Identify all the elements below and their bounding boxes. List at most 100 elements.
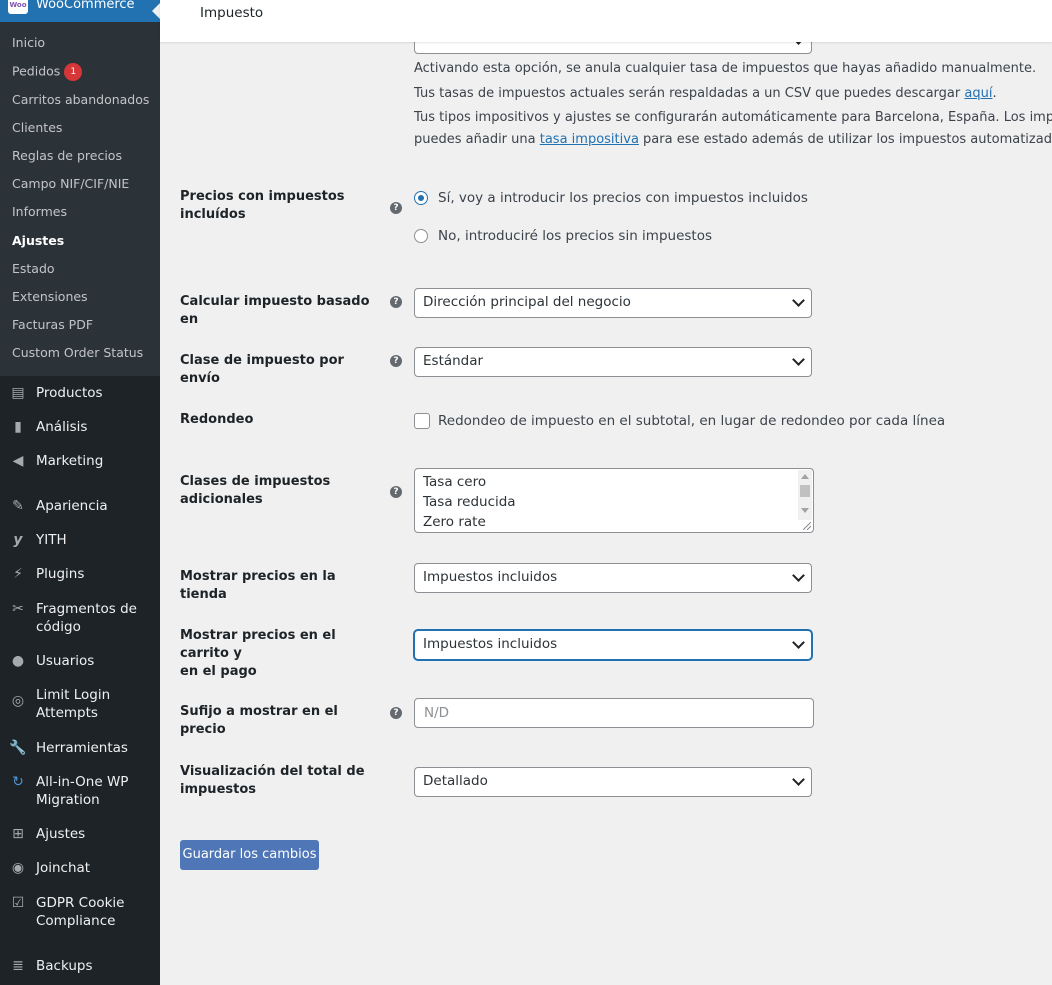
submenu-item-carritos-abandonados[interactable]: Carritos abandonados	[12, 92, 149, 108]
yith-icon: y	[13, 532, 23, 548]
help-icon[interactable]: ?	[390, 486, 402, 498]
rounding-checkbox-label[interactable]: Redondeo de impuesto en el subtotal, en …	[438, 412, 945, 430]
help-icon[interactable]: ?	[390, 707, 402, 719]
fingerprint-icon: ◎	[11, 693, 25, 709]
menu-item-plugins[interactable]: ⚡ Plugins	[0, 565, 160, 585]
wrench-icon: 🔧	[9, 740, 27, 756]
paintbrush-icon: ✎	[12, 498, 24, 514]
save-changes-button[interactable]: Guardar los cambios	[180, 840, 319, 870]
scroll-up-arrow-icon[interactable]	[801, 474, 809, 479]
current-menu-arrow	[152, 3, 160, 19]
chevron-down-icon	[792, 353, 805, 366]
submenu-item-inicio[interactable]: Inicio	[12, 35, 45, 51]
cart-display-label: Mostrar precios en el carrito y en el pag…	[180, 628, 336, 679]
shipping-class-select[interactable]: Estándar	[414, 347, 812, 377]
page-title: Impuesto	[200, 5, 264, 21]
megaphone-icon: ◀	[12, 453, 24, 469]
menu-item-ajustes[interactable]: ⊞ Ajustes	[0, 825, 160, 845]
rounding-checkbox[interactable]	[414, 413, 430, 429]
menu-item-gdpr[interactable]: ☑ GDPR Cookie Compliance	[0, 894, 160, 932]
menu-item-herramientas[interactable]: 🔧 Herramientas	[0, 739, 160, 759]
whatsapp-icon: ◉	[11, 860, 25, 876]
submenu-item-campo-nif[interactable]: Campo NIF/CIF/NIE	[12, 176, 129, 192]
woocommerce-logo-icon: Woo	[8, 0, 28, 14]
suffix-label: Sufijo a mostrar en el precio	[180, 704, 338, 737]
menu-item-analisis[interactable]: ▮ Análisis	[0, 418, 160, 438]
migration-icon: ↻	[12, 774, 24, 790]
radio-selected[interactable]	[414, 191, 428, 205]
admin-sidebar: Woo WooCommerce Inicio Pedidos 1 Carritos…	[0, 0, 160, 985]
submenu-item-extensiones[interactable]: Extensiones	[12, 289, 88, 305]
resize-handle-icon[interactable]	[803, 522, 811, 530]
settings-form: Activando esta opción, se anula cualquie…	[160, 0, 1052, 985]
scissors-icon: ✂	[12, 601, 24, 617]
submenu-item-pedidos[interactable]: Pedidos 1	[12, 63, 83, 81]
plug-icon: ⚡	[13, 566, 23, 582]
additional-classes-textarea[interactable]: Tasa cero Tasa reducida Zero rate	[414, 468, 814, 533]
additional-classes-label: Clases de impuestos adicionales	[180, 474, 331, 507]
scrollbar-thumb[interactable]	[800, 485, 810, 497]
cart-display-select[interactable]: Impuestos incluidos	[414, 630, 812, 660]
menu-item-backups[interactable]: ≣ Backups	[0, 957, 160, 977]
download-csv-link[interactable]: aquí	[964, 86, 992, 101]
user-icon: ●	[11, 653, 25, 669]
prices-incl-yes-option[interactable]: Sí, voy a introducir los precios con imp…	[414, 190, 814, 208]
bar-chart-icon: ▮	[14, 419, 22, 435]
scroll-down-arrow-icon[interactable]	[801, 508, 809, 513]
checkbox-icon: ☑	[11, 895, 25, 911]
calc-based-select[interactable]: Dirección principal del negocio	[414, 288, 812, 318]
submenu-item-clientes[interactable]: Clientes	[12, 120, 62, 136]
menu-item-all-in-one[interactable]: ↻ All-in-One WP Migration	[0, 773, 160, 811]
rounding-label: Redondeo	[180, 412, 254, 427]
submenu-item-ajustes[interactable]: Ajustes	[12, 233, 64, 249]
textarea-line: Zero rate	[423, 514, 486, 530]
submenu-item-estado[interactable]: Estado	[12, 261, 55, 277]
chevron-down-icon	[792, 773, 805, 786]
help-icon[interactable]: ?	[390, 355, 402, 367]
chevron-down-icon	[792, 569, 805, 582]
submenu-item-reglas-de-precios[interactable]: Reglas de precios	[12, 148, 122, 164]
menu-item-fragmentos[interactable]: ✂ Fragmentos de código	[0, 600, 160, 638]
price-suffix-input[interactable]: N/D	[414, 698, 814, 728]
submenu-item-facturas-pdf[interactable]: Facturas PDF	[12, 317, 93, 333]
database-icon: ≣	[12, 958, 24, 974]
prices-incl-no-option[interactable]: No, introduciré los precios sin impuesto…	[414, 228, 814, 246]
shop-display-label: Mostrar precios en la tienda	[180, 569, 336, 602]
help-icon[interactable]: ?	[390, 202, 402, 214]
textarea-line: Tasa cero	[423, 474, 487, 490]
help-icon[interactable]: ?	[390, 296, 402, 308]
page-header: Impuesto	[160, 0, 1052, 42]
tax-rate-link[interactable]: tasa impositiva	[540, 132, 639, 147]
submenu-item-informes[interactable]: Informes	[12, 204, 67, 220]
woocommerce-menu-label: WooCommerce	[36, 0, 135, 12]
menu-item-apariencia[interactable]: ✎ Apariencia	[0, 497, 160, 517]
sliders-icon: ⊞	[12, 826, 24, 842]
menu-item-usuarios[interactable]: ● Usuarios	[0, 652, 160, 672]
orders-count-badge: 1	[64, 63, 83, 81]
menu-item-yith[interactable]: y YITH	[0, 531, 160, 551]
woocommerce-menu-header[interactable]: Woo WooCommerce	[0, 0, 160, 22]
suffix-placeholder: N/D	[424, 705, 450, 721]
textarea-line: Tasa reducida	[423, 494, 516, 510]
add-rate-description: puedes añadir una tasa impositiva para e…	[414, 132, 1052, 147]
menu-item-limit-login[interactable]: ◎ Limit Login Attempts	[0, 686, 160, 724]
prices-incl-label: Precios con impuestos incluídos	[180, 189, 345, 222]
textarea-scrollbar[interactable]	[798, 470, 812, 520]
chevron-down-icon	[792, 636, 805, 649]
shop-display-select[interactable]: Impuestos incluidos	[414, 563, 812, 593]
calc-based-label: Calcular impuesto basado en	[180, 294, 370, 327]
menu-item-marketing[interactable]: ◀ Marketing	[0, 452, 160, 472]
chevron-down-icon	[792, 294, 805, 307]
shipping-class-label: Clase de impuesto por envío	[180, 353, 344, 386]
automated-taxes-warning: Activando esta opción, se anula cualquie…	[414, 61, 1037, 76]
menu-item-joinchat[interactable]: ◉ Joinchat	[0, 859, 160, 879]
radio-unselected[interactable]	[414, 229, 428, 243]
submenu-item-custom-order-status[interactable]: Custom Order Status	[12, 345, 143, 361]
auto-config-description: Tus tipos impositivos y ajustes se confi…	[414, 110, 1052, 125]
totals-display-label: Visualización del total de impuestos	[180, 764, 365, 797]
totals-display-select[interactable]: Detallado	[414, 767, 812, 797]
backup-description: Tus tasas de impuestos actuales serán re…	[414, 86, 997, 101]
archive-icon: ▤	[11, 385, 25, 401]
menu-item-productos[interactable]: ▤ Productos	[0, 384, 160, 404]
woocommerce-submenu: Inicio Pedidos 1 Carritos abandonados Cli…	[0, 22, 160, 376]
